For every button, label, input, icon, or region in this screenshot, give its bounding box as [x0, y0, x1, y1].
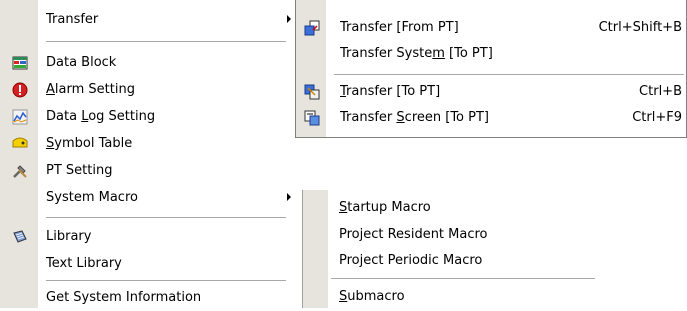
library-icon: [12, 228, 28, 244]
transfer-from-pt-icon: [304, 19, 320, 36]
submenu-item-submacro[interactable]: Submacro: [303, 283, 594, 310]
menu-item-get-system-information[interactable]: Get System Information: [0, 284, 296, 311]
menu-item-text-library[interactable]: Text Library: [0, 250, 296, 277]
menu-item-data-block[interactable]: Data Block: [0, 49, 296, 76]
menu-item-label: Transfer System [To PT]: [340, 46, 493, 61]
separator: [46, 280, 286, 281]
submenu-item-transfer-screen[interactable]: Transfer Screen [To PT] Ctrl+F9: [296, 104, 686, 131]
menu-item-label: Get System Information: [46, 290, 202, 305]
menu-item-label: System Macro: [46, 190, 138, 205]
transfer-screen-icon: [304, 109, 320, 126]
alarm-icon: [12, 81, 28, 98]
system-macro-submenu: Startup Macro Project Resident Macro Pro…: [302, 190, 595, 310]
menu-item-label: Data Block: [46, 55, 117, 70]
menu-item-label: Project Periodic Macro: [339, 253, 483, 268]
menu-item-label: Transfer: [46, 12, 99, 27]
shortcut-label: Ctrl+B: [639, 84, 682, 99]
pt-setting-icon: [12, 162, 28, 178]
menu-item-label: Project Resident Macro: [339, 227, 488, 242]
submenu-item-startup-macro[interactable]: Startup Macro: [303, 194, 594, 221]
separator: [46, 217, 286, 218]
menu-item-label: Alarm Setting: [46, 82, 135, 97]
symbol-table-icon: [12, 135, 28, 151]
data-log-icon: [12, 108, 28, 125]
menu-item-library[interactable]: Library: [0, 223, 296, 250]
submenu-arrow-icon: [287, 193, 291, 201]
separator: [331, 278, 595, 279]
transfer-submenu: Transfer [From PT] Ctrl+Shift+B Transfer…: [295, 0, 687, 138]
transfer-to-pt-icon: [304, 83, 320, 100]
submenu-item-transfer-system[interactable]: Transfer System [To PT]: [296, 40, 686, 67]
menu-item-label: Transfer Screen [To PT]: [340, 110, 489, 125]
menu-item-label: Startup Macro: [339, 200, 431, 215]
menu-item-system-macro[interactable]: System Macro: [0, 184, 296, 211]
menu-item-label: PT Setting: [46, 163, 113, 178]
submenu-item-project-periodic-macro[interactable]: Project Periodic Macro: [303, 247, 594, 274]
submenu-item-transfer-from-pt[interactable]: Transfer [From PT] Ctrl+Shift+B: [296, 14, 686, 41]
main-context-menu: Transfer Data Block Alarm Setting Data L…: [0, 0, 296, 308]
menu-item-pt-setting[interactable]: PT Setting: [0, 157, 296, 184]
menu-item-transfer[interactable]: Transfer: [0, 6, 296, 33]
menu-item-alarm-setting[interactable]: Alarm Setting: [0, 76, 296, 103]
menu-item-label: Symbol Table: [46, 136, 133, 151]
menu-item-label: Data Log Setting: [46, 109, 156, 124]
submenu-arrow-icon: [287, 15, 291, 23]
submenu-item-project-resident-macro[interactable]: Project Resident Macro: [303, 221, 594, 248]
menu-item-symbol-table[interactable]: Symbol Table: [0, 130, 296, 157]
menu-item-label: Transfer [From PT]: [340, 20, 459, 35]
separator: [46, 41, 286, 42]
menu-item-label: Library: [46, 229, 92, 244]
submenu-item-transfer-to-pt[interactable]: Transfer [To PT] Ctrl+B: [296, 78, 686, 105]
data-block-icon: [12, 54, 28, 70]
menu-item-label: Text Library: [46, 256, 122, 271]
menu-item-label: Transfer [To PT]: [340, 84, 441, 99]
menu-item-label: Submacro: [339, 289, 405, 304]
shortcut-label: Ctrl+F9: [632, 110, 682, 125]
separator: [334, 74, 684, 75]
shortcut-label: Ctrl+Shift+B: [598, 20, 682, 35]
menu-item-data-log-setting[interactable]: Data Log Setting: [0, 103, 296, 130]
